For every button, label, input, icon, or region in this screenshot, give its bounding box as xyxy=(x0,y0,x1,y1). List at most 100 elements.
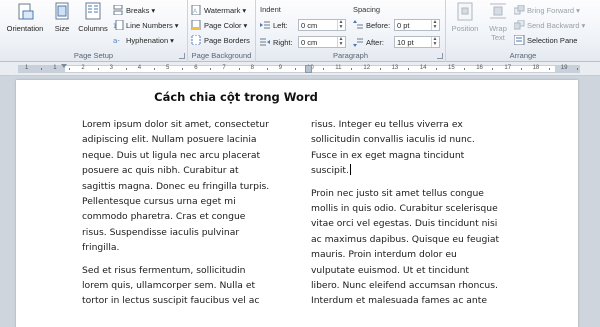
ruler-tick xyxy=(69,68,71,70)
breaks-icon xyxy=(113,4,124,16)
columns-button[interactable]: Columns xyxy=(77,2,109,33)
column-2-paragraph-1: risus. Integer eu tellus viverra ex soll… xyxy=(311,119,475,177)
position-button[interactable]: Position xyxy=(448,2,482,33)
orientation-label: Orientation xyxy=(6,24,44,33)
ruler-tick xyxy=(576,68,578,70)
ruler-number: 19 xyxy=(560,65,568,71)
ruler-number: 18 xyxy=(532,65,540,71)
ruler-number: 9 xyxy=(278,65,283,71)
ruler-number: 16 xyxy=(476,65,483,71)
ruler-number: 13 xyxy=(391,65,399,71)
ruler-tick xyxy=(294,68,296,70)
arrange-group: Position Wrap Text Bring Forward ▾ Send … xyxy=(446,0,600,62)
position-label: Position xyxy=(451,24,479,33)
page-color-button[interactable]: Page Color ▾ xyxy=(191,19,248,31)
ruler-tick xyxy=(492,68,494,70)
text-column-2: risus. Integer eu tellus viverra ex soll… xyxy=(311,117,526,309)
spacing-after-input[interactable]: 10 pt ▲ ▼ xyxy=(394,36,440,48)
send-backward-button[interactable]: Send Backward ▾ xyxy=(513,19,585,30)
ruler-tick xyxy=(464,68,466,70)
columns-icon xyxy=(84,2,102,22)
indent-right-input[interactable]: 0 cm ▲ ▼ xyxy=(298,36,346,48)
hyphenation-button[interactable]: a- Hyphenation ▾ xyxy=(113,35,174,46)
size-button[interactable]: Size xyxy=(51,2,73,33)
ruler-tick xyxy=(41,68,43,70)
breaks-label: Breaks xyxy=(126,5,150,15)
page-background-group-label: Page Background xyxy=(191,51,252,60)
paragraph-group: Indent Left: 0 cm ▲ ▼ Right: 0 cm ▲ ▼ Spacin… xyxy=(256,0,446,62)
ribbon: Orientation Size Columns Breaks ▾ 1 Line… xyxy=(0,0,600,62)
page-setup-group: Orientation Size Columns Breaks ▾ 1 Line… xyxy=(0,0,188,62)
line-numbers-label: Line Numbers xyxy=(126,20,173,30)
ruler-tick xyxy=(182,68,184,70)
watermark-button[interactable]: A Watermark ▾ xyxy=(191,4,247,16)
spacing-header: Spacing xyxy=(353,5,381,14)
ruler-number: 17 xyxy=(504,65,512,71)
paragraph-group-label: Paragraph xyxy=(332,51,369,60)
ruler-number: 4 xyxy=(137,65,142,71)
ruler-tick xyxy=(520,68,522,70)
column-1-paragraph-1: Lorem ipsum dolor sit amet, consectetur … xyxy=(82,119,270,254)
wrap-text-button[interactable]: Wrap Text xyxy=(484,2,512,42)
watermark-label: Watermark xyxy=(204,5,241,15)
selection-pane-button[interactable]: Selection Pane xyxy=(513,34,578,46)
watermark-icon: A xyxy=(191,4,202,16)
spinner-arrows-icon[interactable]: ▲ ▼ xyxy=(431,37,438,47)
document-title: Cách chia cột trong Word xyxy=(154,90,318,104)
svg-text:1: 1 xyxy=(113,23,117,30)
spinner-arrows-icon[interactable]: ▲ ▼ xyxy=(337,37,344,47)
ruler-number: 6 xyxy=(194,65,198,71)
ruler-number: 15 xyxy=(448,65,455,71)
page-setup-group-label: Page Setup xyxy=(73,51,114,60)
line-numbers-button[interactable]: 1 Line Numbers ▾ xyxy=(113,19,179,31)
page-background-group: A Watermark ▾ Page Color ▾ Page Borders … xyxy=(188,0,256,62)
ruler-tick xyxy=(351,68,353,70)
ruler-number: 2 xyxy=(81,65,85,71)
ruler-number: 14 xyxy=(419,65,427,71)
indent-right-label: Right: xyxy=(260,37,293,47)
orientation-button[interactable]: Orientation xyxy=(2,2,48,33)
line-numbers-icon: 1 xyxy=(113,19,124,31)
spinner-arrows-icon[interactable]: ▲ ▼ xyxy=(337,20,344,30)
arrange-group-label: Arrange xyxy=(509,51,537,60)
column-2-paragraph-2: Proin nec justo sit amet tellus congue m… xyxy=(311,187,500,307)
line-numbers-chevron-icon: ▾ xyxy=(174,20,179,30)
ruler-number: 8 xyxy=(250,65,254,71)
orientation-icon xyxy=(16,2,34,22)
watermark-chevron-icon: ▾ xyxy=(242,5,247,15)
indent-marker-icon[interactable] xyxy=(61,64,67,68)
column-1-paragraph-2: Sed et risus fermentum, sollicitudin lor… xyxy=(82,264,260,307)
bring-forward-button[interactable]: Bring Forward ▾ xyxy=(513,4,580,15)
ruler-tick xyxy=(97,68,99,70)
spinner-arrows-icon[interactable]: ▲ ▼ xyxy=(431,20,438,30)
hyphenation-chevron-icon: ▾ xyxy=(170,35,174,45)
ruler-number: 5 xyxy=(166,65,170,71)
breaks-button[interactable]: Breaks ▾ xyxy=(113,4,156,16)
page-setup-launcher-icon[interactable] xyxy=(179,53,185,59)
document-page[interactable]: Cách chia cột trong Word Lorem ipsum dol… xyxy=(16,80,578,327)
spacing-before-input[interactable]: 0 pt ▲ ▼ xyxy=(394,19,440,31)
ruler-number: 11 xyxy=(335,65,342,71)
selection-pane-icon xyxy=(513,34,525,46)
selection-pane-label: Selection Pane xyxy=(527,35,578,45)
indent-left-icon xyxy=(260,20,271,30)
page-borders-label: Page Borders xyxy=(204,35,250,45)
spacing-after-icon xyxy=(353,37,364,47)
columns-label: Columns xyxy=(78,24,108,33)
svg-text:a-: a- xyxy=(113,37,120,45)
page-color-label: Page Color xyxy=(204,20,242,30)
indent-left-input[interactable]: 0 cm ▲ ▼ xyxy=(298,19,346,31)
size-label: Size xyxy=(54,24,70,33)
paragraph-launcher-icon[interactable] xyxy=(437,53,443,59)
hyphenation-label: Hyphenation xyxy=(126,35,169,45)
column-separator-marker-icon[interactable] xyxy=(305,65,312,73)
bring-forward-icon xyxy=(513,4,525,15)
horizontal-ruler[interactable]: 112345678910111213141516171819 xyxy=(0,62,600,76)
ruler-tick xyxy=(210,68,212,70)
page-borders-button[interactable]: Page Borders xyxy=(191,34,250,46)
page-color-chevron-icon: ▾ xyxy=(243,20,248,30)
wrap-text-label-line2: Text xyxy=(491,33,505,42)
breaks-chevron-icon: ▾ xyxy=(151,5,156,15)
ruler-number: 1 xyxy=(53,65,57,71)
ruler-number: 7 xyxy=(222,65,226,71)
